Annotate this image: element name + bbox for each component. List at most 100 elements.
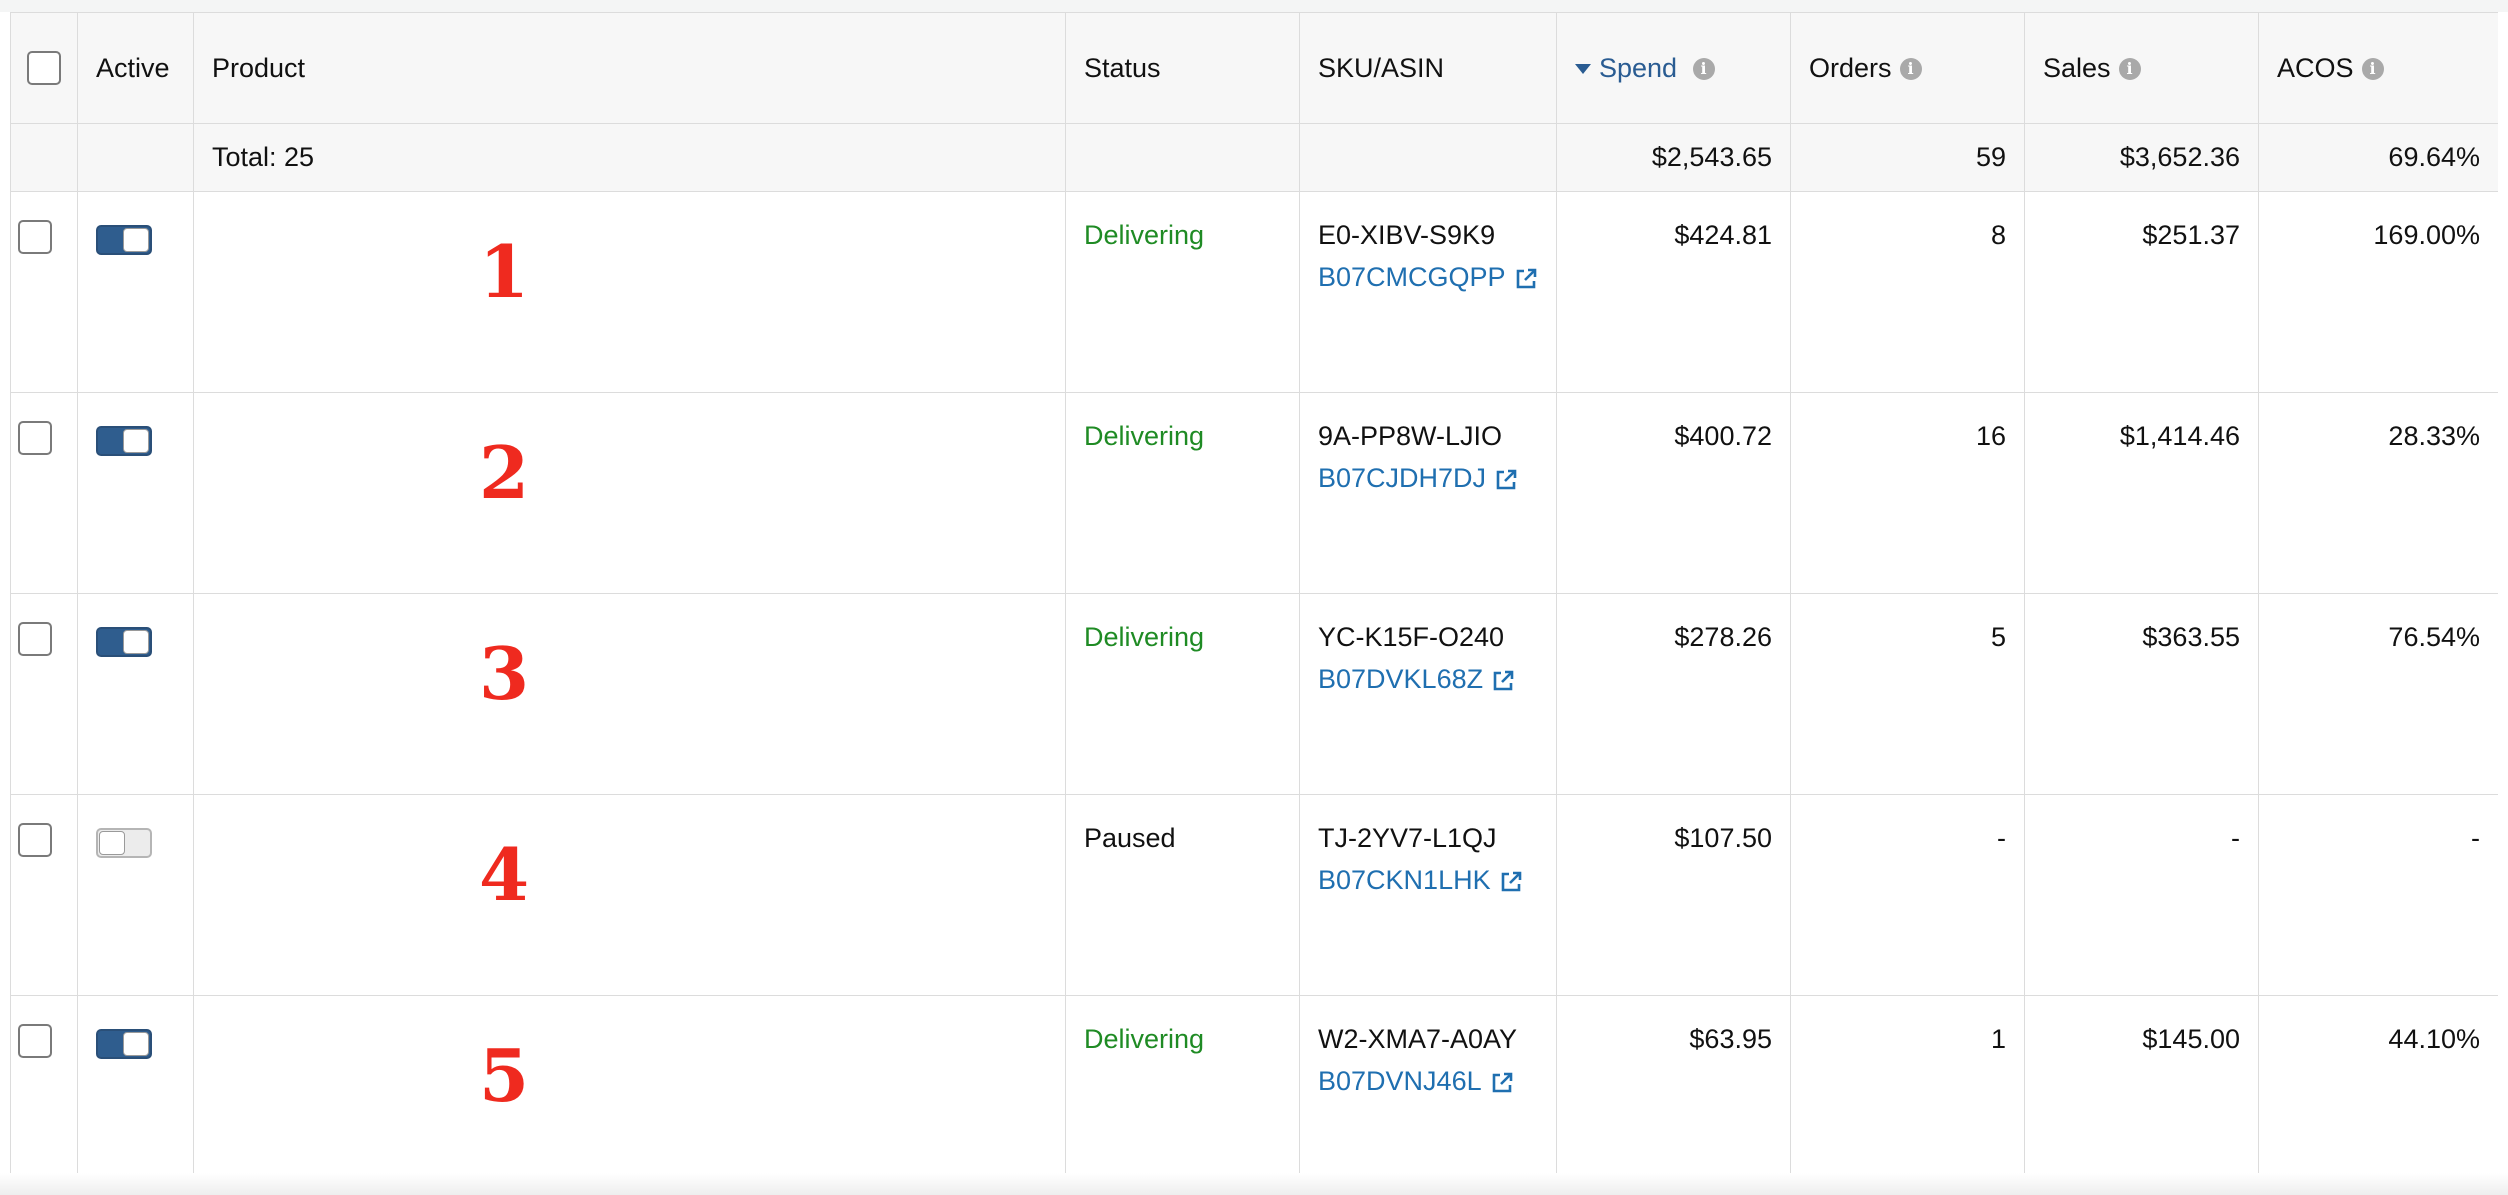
row-select-checkbox[interactable] [18,1023,52,1058]
spend-header-label: Spend [1599,52,1678,83]
column-header-acos[interactable]: ACOS i [2258,12,2498,124]
info-icon[interactable]: i [1899,58,1922,81]
rank-number: 5 [478,1033,530,1118]
acos-cell: 44.10% [2258,995,2498,1195]
external-link-icon [1496,469,1517,490]
column-header-sku-asin[interactable]: SKU/ASIN [1299,12,1557,124]
row-select-cell [10,593,78,795]
product-cell: 1 [193,191,1066,393]
status-text: Delivering [1084,1024,1205,1054]
toggle-knob [99,830,125,855]
acos-cell: 169.00% [2258,191,2498,393]
asin-link[interactable]: B07DVNJ46L [1318,1060,1514,1102]
totals-orders: 59 [1790,123,2025,192]
row-select-checkbox[interactable] [18,822,52,857]
asin-text: B07CMCGQPP [1318,262,1506,292]
acos-header-label: ACOS [2277,52,2354,83]
product-cell: 4 [193,794,1066,996]
status-cell: Delivering [1065,995,1300,1195]
orders-cell: 16 [1790,392,2025,594]
sku-text: W2-XMA7-A0AY [1318,1024,1518,1054]
active-toggle[interactable] [96,1028,152,1059]
orders-cell: 1 [1790,995,2025,1195]
row-select-cell [10,392,78,594]
status-text: Paused [1084,823,1176,853]
totals-empty-cell [1299,123,1557,192]
sku-text: E0-XIBV-S9K9 [1318,220,1496,250]
toggle-knob [123,428,149,453]
totals-empty-cell [1065,123,1300,192]
orders-cell: - [1790,794,2025,996]
orders-cell: 5 [1790,593,2025,795]
asin-text: B07DVKL68Z [1318,664,1484,694]
active-toggle[interactable] [96,224,152,255]
sku-text: TJ-2YV7-L1QJ [1318,823,1497,853]
table-row: 5 Delivering W2-XMA7-A0AY B07DVNJ46L $63.95 1… [10,995,2498,1195]
external-link-icon [1501,871,1521,892]
totals-spend: $2,543.65 [1556,123,1791,192]
row-select-checkbox[interactable] [18,621,52,656]
info-icon[interactable]: i [2118,58,2141,81]
rank-number: 4 [478,832,530,917]
totals-label: Total: 25 [193,123,1066,192]
toggle-knob [123,1031,149,1056]
rank-number: 1 [478,229,530,314]
top-strip [0,0,2508,12]
sales-cell: $251.37 [2024,191,2259,393]
active-cell [77,593,194,795]
acos-cell: 76.54% [2258,593,2498,795]
row-select-checkbox[interactable] [18,420,52,455]
acos-cell: 28.33% [2258,392,2498,594]
spend-cell: $107.50 [1556,794,1791,996]
sku-asin-cell: YC-K15F-O240 B07DVKL68Z [1299,593,1557,795]
column-header-status[interactable]: Status [1065,12,1300,124]
products-table-container: Active Product Status SKU/ASIN Spend i O… [10,12,2498,1195]
table-row: 1 Delivering E0-XIBV-S9K9 B07CMCGQPP $424.81… [10,191,2498,393]
totals-sales: $3,652.36 [2024,123,2259,192]
totals-empty-cell [77,123,194,192]
sales-cell: $1,414.46 [2024,392,2259,594]
sort-descending-icon [1575,64,1591,75]
toggle-knob [123,227,149,252]
asin-link[interactable]: B07CMCGQPP [1318,256,1538,298]
products-table: Active Product Status SKU/ASIN Spend i O… [10,12,2498,1195]
asin-link[interactable]: B07CJDH7DJ [1318,457,1518,499]
table-row: 4 Paused TJ-2YV7-L1QJ B07CKN1LHK $107.50- - - [10,794,2498,996]
asin-text: B07DVNJ46L [1318,1066,1482,1096]
totals-acos: 69.64% [2258,123,2498,192]
asin-text: B07CJDH7DJ [1318,463,1487,493]
column-header-orders[interactable]: Orders i [1790,12,2025,124]
column-header-active[interactable]: Active [77,12,194,124]
row-select-checkbox[interactable] [18,219,52,254]
rank-number: 3 [478,631,530,716]
sku-text: YC-K15F-O240 [1318,622,1505,652]
spend-cell: $278.26 [1556,593,1791,795]
active-toggle[interactable] [96,626,152,657]
select-all-checkbox[interactable] [27,51,61,85]
asin-link[interactable]: B07CKN1LHK [1318,859,1523,901]
product-cell: 3 [193,593,1066,795]
column-header-spend[interactable]: Spend i [1556,12,1791,124]
active-toggle[interactable] [96,827,152,858]
row-select-cell [10,191,78,393]
acos-cell: - [2258,794,2498,996]
info-icon[interactable]: i [1692,58,1715,81]
external-link-icon [1516,268,1536,289]
spend-cell: $400.72 [1556,392,1791,594]
active-cell [77,191,194,393]
header-row: Active Product Status SKU/ASIN Spend i O… [10,12,2498,124]
asin-link[interactable]: B07DVKL68Z [1318,658,1515,700]
active-toggle[interactable] [96,425,152,456]
status-cell: Delivering [1065,191,1300,393]
info-icon[interactable]: i [2361,58,2384,81]
external-link-icon [1493,670,1514,691]
active-cell [77,794,194,996]
spend-sort-toggle[interactable]: Spend [1575,53,1685,83]
status-text: Delivering [1084,622,1205,652]
column-header-product[interactable]: Product [193,12,1066,124]
select-all-cell [10,12,78,124]
column-header-sales[interactable]: Sales i [2024,12,2259,124]
product-cell: 5 [193,995,1066,1195]
active-cell [77,392,194,594]
sku-text: 9A-PP8W-LJIO [1318,421,1503,451]
